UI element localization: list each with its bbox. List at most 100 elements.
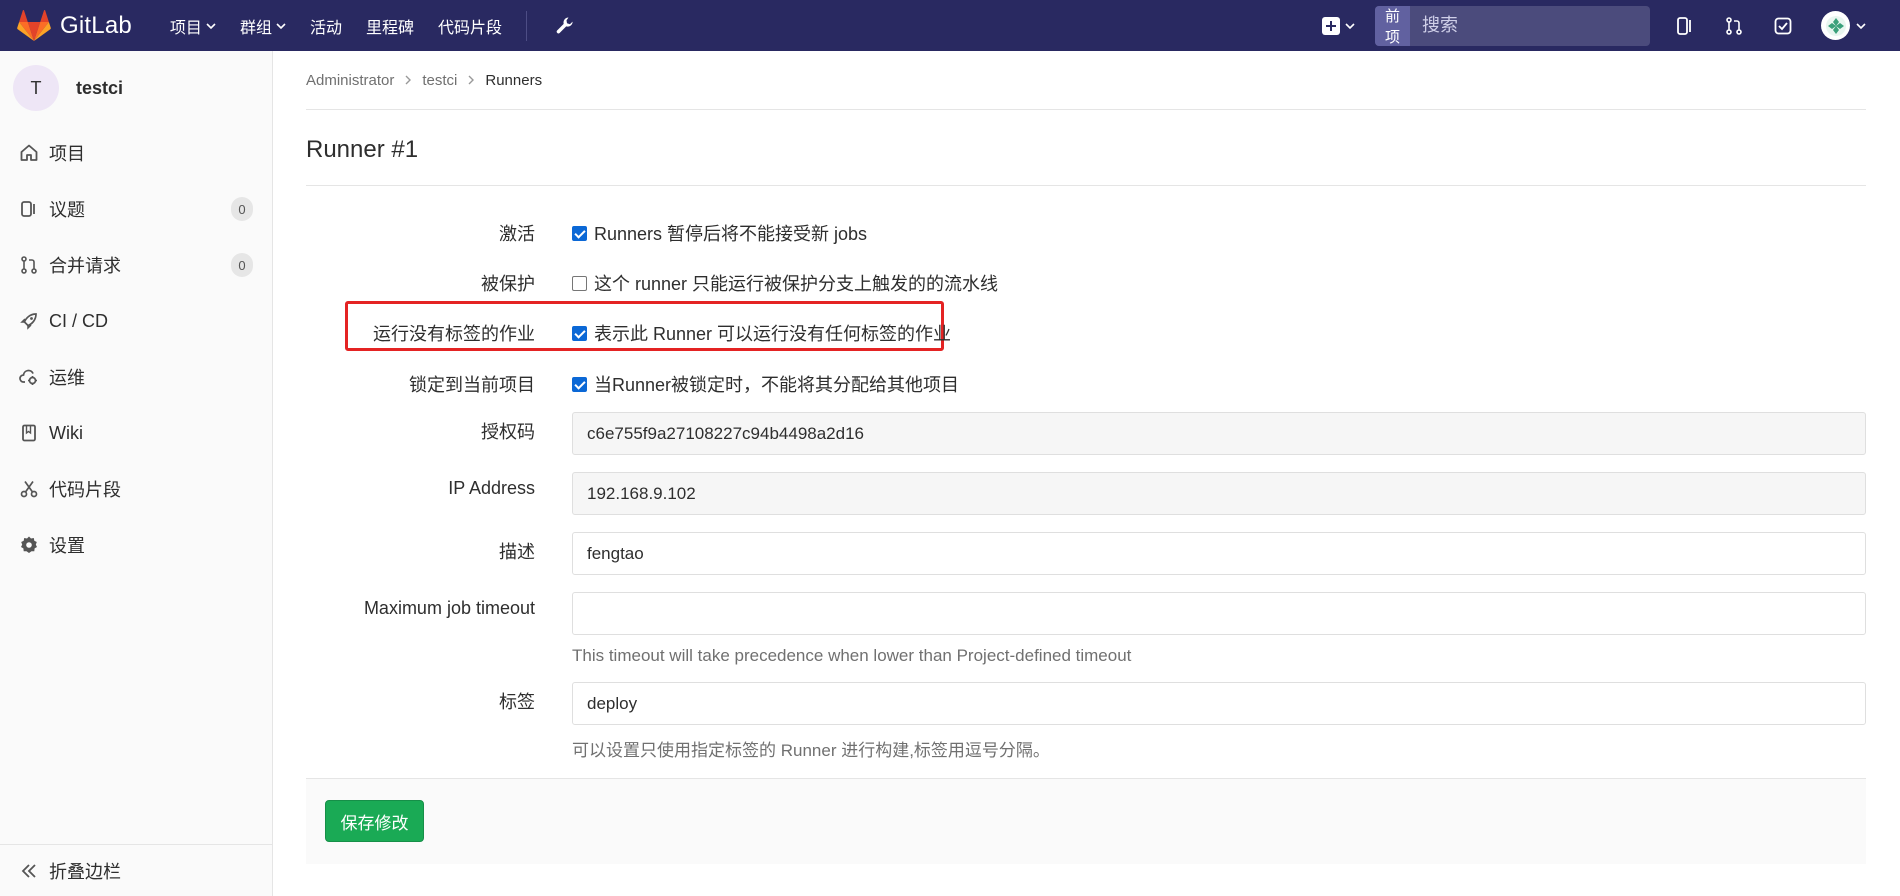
book-icon: [22, 424, 36, 442]
max-timeout-field[interactable]: [572, 592, 1866, 635]
active-checkbox[interactable]: [572, 225, 587, 241]
chevron-down-icon: [1856, 22, 1866, 29]
search-input[interactable]: [1410, 5, 1650, 46]
user-menu[interactable]: [1821, 11, 1866, 40]
home-icon: [20, 144, 38, 161]
locked-checkbox[interactable]: [572, 376, 587, 392]
form-actions: 保存修改: [306, 778, 1866, 864]
active-label: 激活: [499, 224, 535, 244]
nav-projects-label: 项目: [169, 19, 202, 37]
tags-field[interactable]: deploy: [572, 682, 1866, 725]
issues-nav-icon[interactable]: [1674, 15, 1696, 37]
locked-checkbox-row[interactable]: 当Runner被锁定时，不能将其分配给其他项目: [572, 371, 959, 397]
save-changes-button[interactable]: 保存修改: [325, 800, 424, 842]
nav-milestones[interactable]: 里程碑: [366, 14, 414, 38]
sidebar-item-label: Wiki: [49, 422, 83, 443]
sidebar-item-snippets[interactable]: 代码片段: [0, 461, 272, 517]
collapse-sidebar-button[interactable]: 折叠边栏: [0, 844, 272, 896]
brand-name: GitLab: [60, 11, 132, 39]
merge-requests-count-badge: 0: [231, 253, 253, 277]
active-checkbox-text: Runners 暂停后将不能接受新 jobs: [594, 224, 868, 244]
sidebar-item-label: 项目: [49, 144, 85, 164]
merge-request-nav-icon[interactable]: [1723, 15, 1745, 37]
protected-label: 被保护: [481, 274, 535, 294]
chevron-right-icon: [468, 75, 475, 85]
nav-divider: [526, 10, 527, 41]
nav-groups[interactable]: 群组: [240, 14, 286, 38]
active-checkbox-row[interactable]: Runners 暂停后将不能接受新 jobs: [572, 220, 867, 246]
gear-icon: [21, 536, 37, 553]
plus-icon: [1322, 16, 1340, 35]
sidebar-item-label: 议题: [49, 200, 85, 220]
token-field[interactable]: c6e755f9a27108227c94b4498a2d16: [572, 412, 1866, 455]
max-timeout-help: This timeout will take precedence when l…: [572, 646, 1132, 665]
project-avatar: T: [13, 65, 59, 111]
max-timeout-label: Maximum job timeout: [363, 598, 535, 618]
sidebar-item-label: 设置: [49, 536, 85, 556]
tags-help: 可以设置只使用指定标签的 Runner 进行构建,标签用逗号分隔。: [572, 741, 1050, 760]
chevron-right-icon: [405, 75, 412, 85]
breadcrumb-administrator[interactable]: Administrator: [306, 72, 394, 89]
sidebar-item-label: 运维: [49, 368, 85, 388]
double-chevron-left-icon: [21, 863, 36, 878]
sidebar-item-project[interactable]: 项目: [0, 125, 272, 181]
run-untagged-checkbox-text: 表示此 Runner 可以运行没有任何标签的作业: [594, 324, 952, 344]
brand[interactable]: GitLab: [17, 9, 132, 42]
breadcrumb-current[interactable]: Runners: [485, 72, 542, 89]
search-box: 当前项目: [1375, 5, 1650, 46]
locked-checkbox-text: 当Runner被锁定时，不能将其分配给其他项目: [594, 375, 960, 395]
run-untagged-label: 运行没有标签的作业: [373, 324, 535, 344]
merge-request-icon: [21, 256, 37, 274]
sidebar: T testci 项目 议题 0 合并请求 0 CI / CD 运维 Wiki …: [0, 51, 273, 896]
description-field[interactable]: fengtao: [572, 532, 1866, 575]
nav-snippets[interactable]: 代码片段: [438, 14, 502, 38]
new-dropdown-button[interactable]: [1322, 16, 1355, 35]
issues-icon: [21, 201, 35, 217]
gitlab-logo-icon: [17, 9, 51, 41]
sidebar-project-header[interactable]: T testci: [0, 51, 272, 125]
locked-label: 锁定到当前项目: [409, 375, 535, 395]
sidebar-item-label: CI / CD: [49, 310, 109, 331]
sidebar-item-settings[interactable]: 设置: [0, 517, 272, 573]
sidebar-item-merge-requests[interactable]: 合并请求 0: [0, 237, 272, 293]
nav-right: 当前项目: [1322, 0, 1900, 51]
sidebar-item-operations[interactable]: 运维: [0, 349, 272, 405]
protected-checkbox-text: 这个 runner 只能运行被保护分支上触发的的流水线: [594, 274, 999, 294]
breadcrumb-project[interactable]: testci: [422, 72, 457, 89]
chevron-down-icon: [206, 22, 216, 29]
cloud-gear-icon: [19, 369, 37, 385]
chevron-down-icon: [1345, 22, 1355, 29]
collapse-sidebar-label: 折叠边栏: [49, 861, 121, 882]
sidebar-item-wiki[interactable]: Wiki: [0, 405, 272, 461]
protected-checkbox[interactable]: [572, 275, 587, 291]
token-label: 授权码: [481, 422, 535, 442]
description-label: 描述: [499, 542, 535, 562]
nav-groups-label: 群组: [239, 19, 272, 37]
project-name: testci: [76, 77, 124, 98]
ip-address-field[interactable]: 192.168.9.102: [572, 472, 1866, 515]
wrench-icon[interactable]: [555, 16, 575, 36]
sidebar-item-ci-cd[interactable]: CI / CD: [0, 293, 272, 349]
ip-address-label: IP Address: [448, 478, 535, 498]
main-content: Administrator testci Runners Runner #1 激…: [306, 51, 1866, 864]
run-untagged-checkbox-row[interactable]: 表示此 Runner 可以运行没有任何标签的作业: [572, 320, 951, 346]
page-title: Runner #1: [306, 110, 1866, 186]
sidebar-item-label: 代码片段: [49, 480, 121, 500]
run-untagged-checkbox[interactable]: [572, 325, 587, 341]
sidebar-item-label: 合并请求: [49, 256, 121, 276]
avatar: [1821, 11, 1850, 40]
sidebar-item-issues[interactable]: 议题 0: [0, 181, 272, 237]
search-scope[interactable]: 当前项目: [1375, 5, 1411, 46]
breadcrumb: Administrator testci Runners: [306, 51, 1866, 110]
todos-nav-icon[interactable]: [1772, 15, 1794, 37]
tags-label: 标签: [499, 692, 535, 712]
nav-activity[interactable]: 活动: [310, 14, 342, 38]
issues-count-badge: 0: [231, 197, 253, 221]
protected-checkbox-row[interactable]: 这个 runner 只能运行被保护分支上触发的的流水线: [572, 270, 998, 296]
nav-links: 项目 群组 活动 里程碑 代码片段: [170, 10, 575, 41]
chevron-down-icon: [276, 22, 286, 29]
runner-form: 激活 Runners 暂停后将不能接受新 jobs 被保护 这个 runner …: [306, 186, 1866, 864]
top-navbar: GitLab 项目 群组 活动 里程碑 代码片段 当前项目: [0, 0, 1900, 51]
scissors-icon: [20, 481, 38, 498]
nav-projects[interactable]: 项目: [170, 14, 216, 38]
